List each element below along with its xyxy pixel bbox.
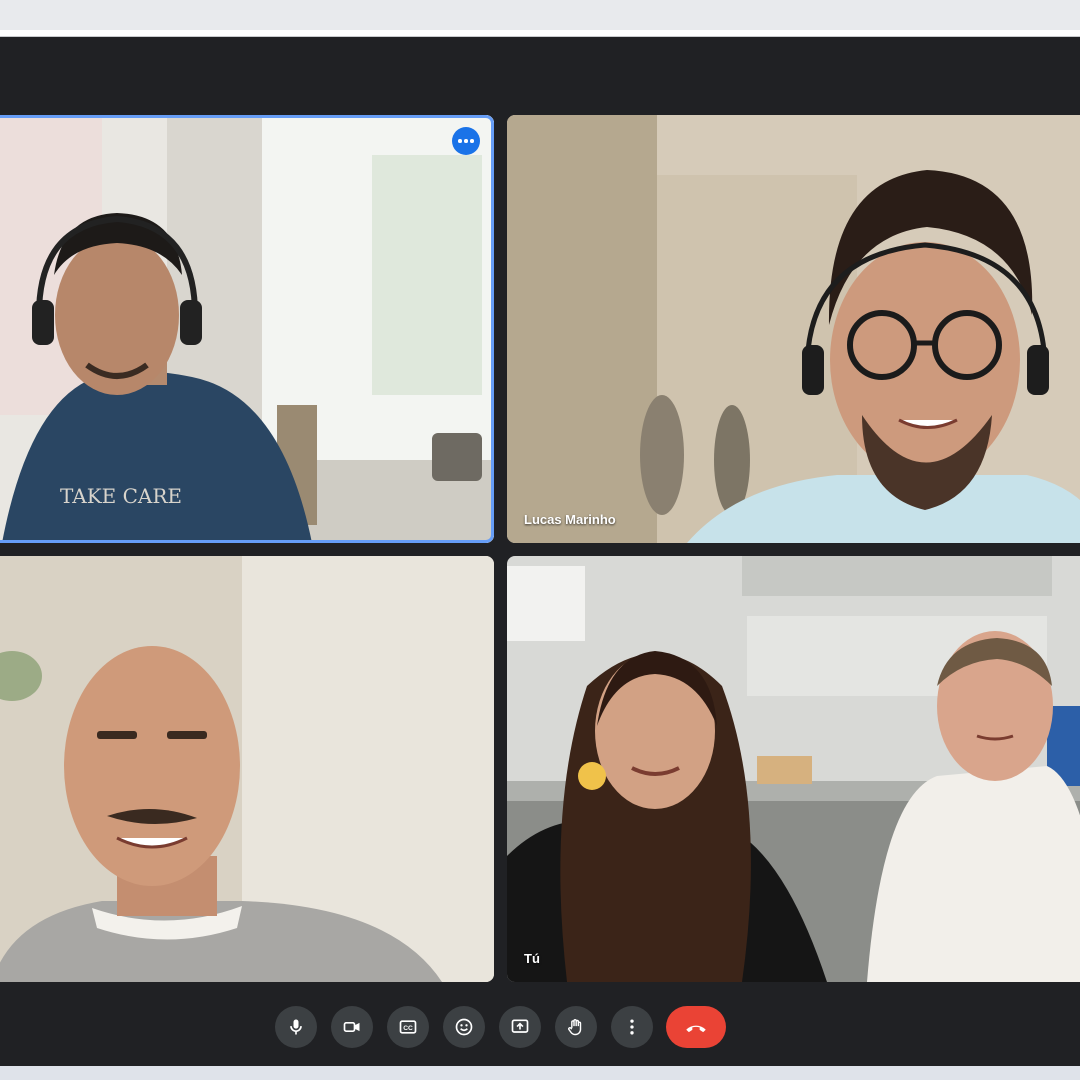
more-options-button[interactable] xyxy=(611,1006,653,1048)
meeting-header-area xyxy=(0,37,1080,112)
participant-tile-1[interactable]: TAKE CARE xyxy=(0,115,494,543)
svg-text:CC: CC xyxy=(403,1025,413,1032)
microphone-button[interactable] xyxy=(275,1006,317,1048)
svg-text:TAKE CARE: TAKE CARE xyxy=(60,484,182,508)
browser-toolbar xyxy=(0,0,1080,37)
captions-icon: CC xyxy=(399,1020,417,1034)
participant-name: Lucas Marinho xyxy=(524,512,616,527)
participant-video xyxy=(507,115,1080,543)
participant-video xyxy=(0,556,494,982)
participant-name: Tú xyxy=(524,951,540,966)
participant-video xyxy=(507,556,1080,982)
participant-tile-4[interactable]: Tú xyxy=(507,556,1080,982)
participant-tile-2[interactable]: Lucas Marinho xyxy=(507,115,1080,543)
emoji-icon xyxy=(455,1018,473,1036)
call-controls-bar: CC xyxy=(0,990,1080,1062)
microphone-icon xyxy=(290,1019,302,1035)
more-horizontal-icon[interactable] xyxy=(452,127,480,155)
raise-hand-button[interactable] xyxy=(555,1006,597,1048)
taskbar-strip xyxy=(0,1066,1080,1080)
participant-video: TAKE CARE xyxy=(0,115,494,543)
raise-hand-icon xyxy=(568,1018,582,1036)
present-button[interactable] xyxy=(499,1006,541,1048)
present-screen-icon xyxy=(511,1019,529,1033)
captions-button[interactable]: CC xyxy=(387,1006,429,1048)
more-vertical-icon xyxy=(630,1019,634,1035)
leave-call-button[interactable] xyxy=(666,1006,726,1048)
end-call-icon xyxy=(686,1025,706,1033)
camera-button[interactable] xyxy=(331,1006,373,1048)
camera-icon xyxy=(343,1022,360,1032)
reactions-button[interactable] xyxy=(443,1006,485,1048)
participant-tile-3[interactable] xyxy=(0,556,494,982)
